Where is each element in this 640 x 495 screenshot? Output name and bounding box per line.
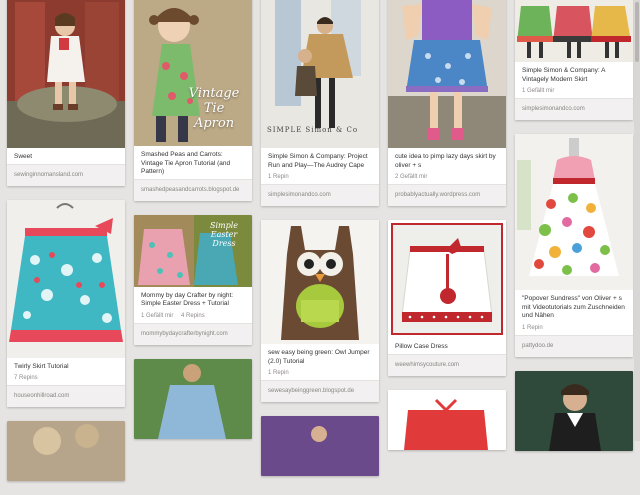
pin-column-2: Vintage Tie Apron Smashed Peas and Carro… <box>134 0 252 453</box>
pin-stats: 1 Repin <box>261 172 379 184</box>
pin-source-link[interactable]: sewinginnomansland.com <box>7 163 125 186</box>
pin-description: sew easy being green: Owl Jumper (2.0) T… <box>268 349 370 365</box>
pin-description: Mommy by day Crafter by night: Simple Ea… <box>141 291 234 308</box>
pin-source-link[interactable]: houseonhillroad.com <box>7 385 125 407</box>
pin-card[interactable]: Simple Simon & Company: A Vintagely Mode… <box>515 0 633 120</box>
pin-image-popover-sundress[interactable] <box>515 134 633 290</box>
pin-column-4: cute idea to pimp lazy days skirt by oli… <box>388 0 506 464</box>
pin-column-1: Sweet sewinginnomansland.com Twirly Skir… <box>7 0 125 495</box>
pin-source-link[interactable]: simplesimonandco.com <box>515 98 633 120</box>
pin-stats: 1 Gefällt mir <box>515 86 633 98</box>
pin-card[interactable]: cute idea to pimp lazy days skirt by oli… <box>388 0 506 206</box>
pin-source-link[interactable]: pattydoo.de <box>515 334 633 357</box>
pin-card[interactable] <box>7 421 125 481</box>
pin-description: cute idea to pimp lazy days skirt by oli… <box>395 153 496 169</box>
pin-card[interactable] <box>515 370 633 451</box>
pin-image-girl-red-door[interactable] <box>7 0 125 148</box>
repin-count: 1 Repin <box>268 174 289 180</box>
pin-description: Smashed Peas and Carrots: Vintage Tie Ap… <box>141 151 231 175</box>
pin-card[interactable]: Pillow Case Dress weewhimsycouture.com <box>388 220 506 376</box>
pin-description: Twirly Skirt Tutorial <box>14 362 69 370</box>
pin-image-pillow-case-dress[interactable] <box>388 220 506 338</box>
pin-description: Sweet <box>14 153 33 160</box>
pin-image-wrapper[interactable]: SIMPLE Simon & Co <box>261 0 379 148</box>
pin-source-link[interactable]: weewhimsycouture.com <box>388 353 506 376</box>
repin-count: 7 Repins <box>14 375 38 381</box>
repin-count: 1 Repin <box>268 370 289 376</box>
pin-image-overlay-text: Simple Easter Dress <box>209 220 239 248</box>
scrollbar-thumb[interactable] <box>635 2 639 62</box>
pin-image-purple[interactable] <box>261 416 379 476</box>
pin-description: Pillow Case Dress <box>395 343 448 350</box>
pin-source-link[interactable]: sewesaybeinggreen.blogspot.de <box>261 380 379 402</box>
pin-source-link[interactable]: mommybydaycrafterbynight.com <box>134 322 252 345</box>
like-count: 1 Gefällt mir <box>141 312 174 319</box>
page-scrollbar[interactable] <box>634 0 640 441</box>
pin-card[interactable]: Twirly Skirt Tutorial 7 Repins houseonhi… <box>7 199 125 407</box>
pin-image-overlay-text: SIMPLE Simon & Co <box>267 126 359 134</box>
pin-description: Simple Simon & Company: A Vintagely Mode… <box>522 67 606 83</box>
pin-stats: 1 Repin <box>261 368 379 380</box>
pin-description: "Popover Sundress" von Oliver + s mit Vi… <box>522 295 625 319</box>
pin-stats: 1 Gefällt mir 4 Repins <box>134 311 252 323</box>
pin-stats: 7 Repins <box>7 373 125 385</box>
pin-image-overlay-text: Vintage Tie Apron <box>188 86 240 131</box>
repin-count: 1 Repin <box>522 324 543 331</box>
pin-column-5: Simple Simon & Company: A Vintagely Mode… <box>515 0 633 465</box>
pin-source-link[interactable]: simplesimonandco.com <box>261 184 379 206</box>
pin-image-wrapper[interactable]: Simple Easter Dress <box>134 214 252 287</box>
pin-card[interactable]: Sweet sewinginnomansland.com <box>7 0 125 186</box>
pin-image-wrapper[interactable]: Vintage Tie Apron <box>134 0 252 146</box>
like-count: 1 Gefällt mir <box>522 88 555 94</box>
pin-image-owl-jumper[interactable] <box>261 220 379 344</box>
pin-card[interactable]: Vintage Tie Apron Smashed Peas and Carro… <box>134 0 252 201</box>
pin-image-blue-dress[interactable] <box>134 358 252 439</box>
pin-image-vintage-skirts[interactable] <box>515 0 633 62</box>
like-count: 2 Gefällt mir <box>395 174 428 180</box>
pin-image-partial[interactable] <box>7 421 125 481</box>
pin-card[interactable]: sew easy being green: Owl Jumper (2.0) T… <box>261 220 379 402</box>
pin-card[interactable] <box>134 358 252 439</box>
pin-source-link[interactable]: smashedpeasandcarrots.blogspot.de <box>134 178 252 201</box>
pin-card[interactable] <box>261 416 379 476</box>
pin-source-link[interactable]: probablyactually.wordpress.com <box>388 184 506 206</box>
pin-image-twirly-skirt[interactable] <box>7 199 125 358</box>
pin-card[interactable]: SIMPLE Simon & Co Simple Simon & Company… <box>261 0 379 206</box>
repin-count: 4 Repins <box>181 312 205 319</box>
pin-column-3: SIMPLE Simon & Co Simple Simon & Company… <box>261 0 379 490</box>
pin-stats: 2 Gefällt mir <box>388 172 506 184</box>
pin-image-lazy-days-skirt[interactable] <box>388 0 506 148</box>
pin-description: Simple Simon & Company: Project Run and … <box>268 153 368 169</box>
pin-image-chalkboard-girl[interactable] <box>515 370 633 451</box>
pin-card[interactable]: Simple Easter Dress Mommy by day Crafter… <box>134 214 252 345</box>
pin-card[interactable]: "Popover Sundress" von Oliver + s mit Vi… <box>515 134 633 357</box>
pin-stats: 1 Repin <box>515 323 633 335</box>
